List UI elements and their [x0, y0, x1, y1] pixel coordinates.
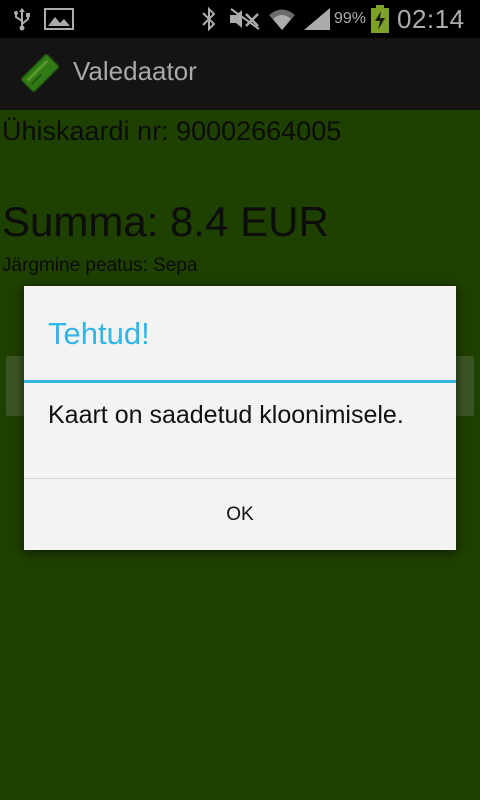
ok-button[interactable]: OK	[24, 479, 456, 550]
dialog-message: Kaart on saadetud kloonimisele.	[48, 401, 404, 429]
alert-dialog: Tehtud! Kaart on saadetud kloonimisele. …	[24, 286, 456, 550]
dialog-title: Tehtud!	[48, 316, 150, 351]
dialog-title-divider	[24, 380, 456, 383]
